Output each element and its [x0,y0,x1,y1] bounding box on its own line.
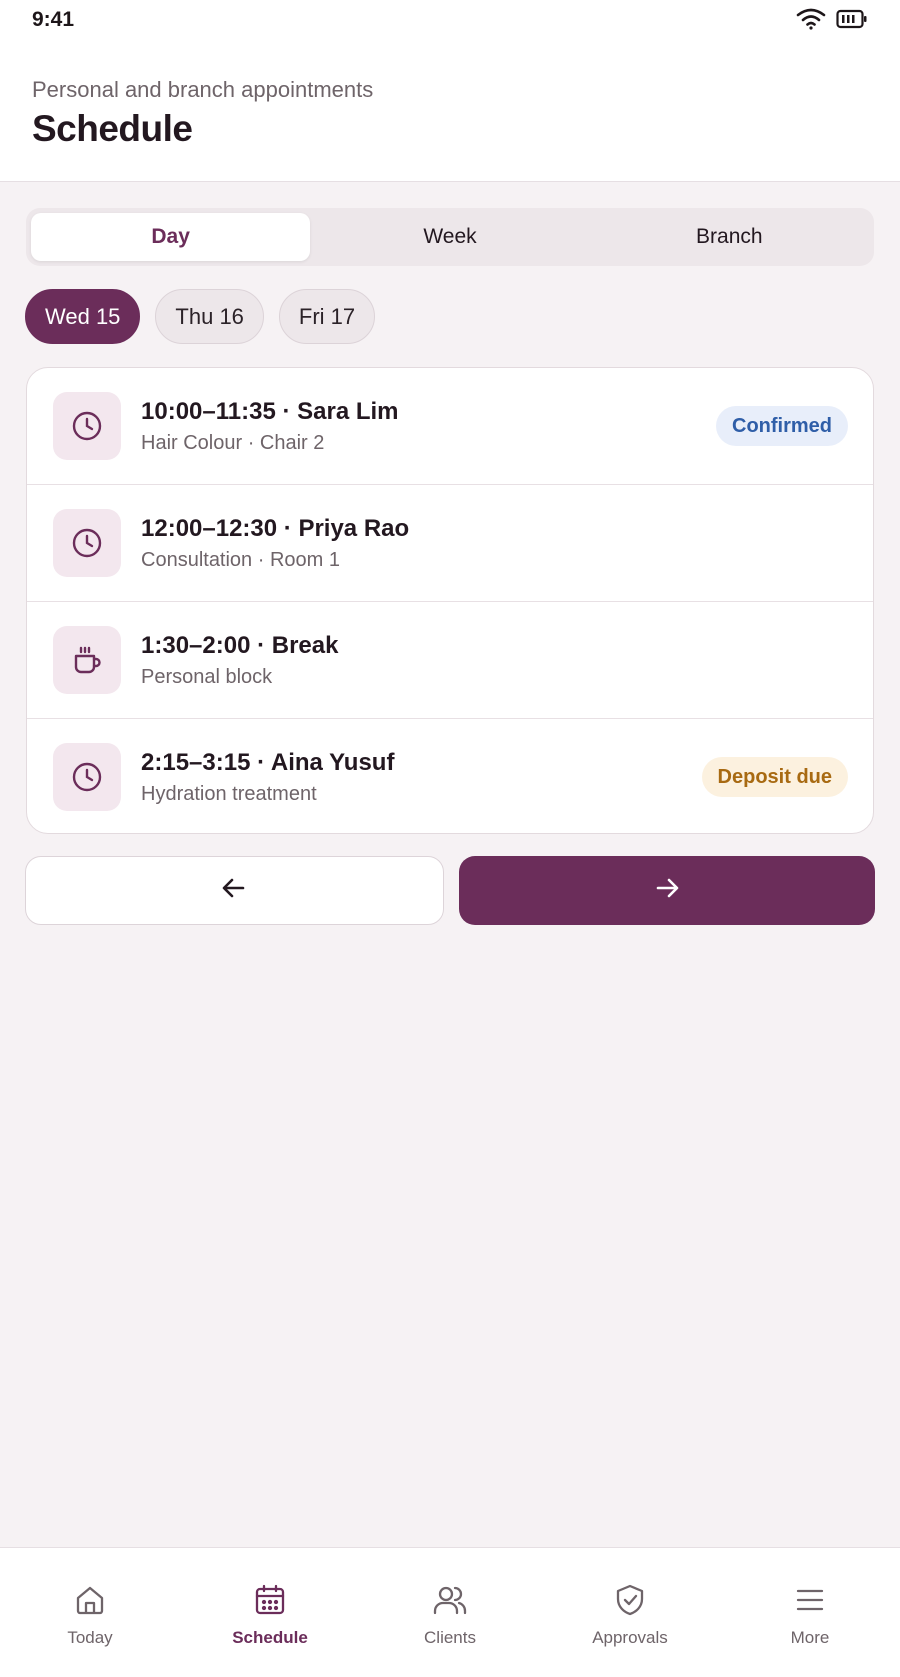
tab-more[interactable]: More [720,1548,900,1677]
battery-icon [836,9,868,29]
tab-week[interactable]: Week [310,213,589,261]
tab-label: Clients [424,1628,476,1647]
status-time: 9:41 [32,8,75,31]
tab-branch[interactable]: Branch [590,213,869,261]
tab-label: Approvals [592,1628,668,1647]
page-title: Schedule [32,108,193,149]
date-chip-thu-16[interactable]: Thu 16 [155,289,264,344]
status-bar: 9:41 [0,0,900,44]
view-switcher: Day Week Branch [26,208,874,266]
page-header: Personal and branch appointments Schedul… [0,44,900,182]
appointment-list: 10:00–11:35 · Sara Lim Hair Colour · Cha… [26,367,874,834]
tab-label: More [790,1628,830,1647]
page-subtitle: Personal and branch appointments [32,77,374,102]
appointment-subtitle: Hydration treatment [141,783,317,805]
tab-label: Today [67,1628,113,1647]
appointment-subtitle: Personal block [141,666,273,688]
bottom-tab-bar: Today Schedule Clients Approvals More [0,1547,900,1677]
menu-icon [793,1583,827,1622]
clock-icon [53,743,121,811]
clock-icon [53,392,121,460]
tab-approvals[interactable]: Approvals [540,1548,720,1677]
tab-clients[interactable]: Clients [360,1548,540,1677]
appointment-item[interactable]: 1:30–2:00 · Break Personal block [27,602,873,719]
appointment-item[interactable]: 2:15–3:15 · Aina Yusuf Hydration treatme… [27,719,873,833]
coffee-cup-icon [53,626,121,694]
date-chip-wed-15[interactable]: Wed 15 [25,289,141,344]
appointment-title: 1:30–2:00 · Break [141,632,339,659]
users-icon [433,1583,467,1622]
date-chips: Wed 15 Thu 16 Fri 17 [25,289,376,344]
appointment-subtitle: Consultation · Room 1 [141,549,340,571]
status-icons [796,7,868,31]
appointment-subtitle: Hair Colour · Chair 2 [141,432,325,454]
home-icon [73,1583,107,1622]
arrow-left-icon [220,874,248,907]
arrow-right-icon [653,874,681,907]
clock-icon [53,509,121,577]
day-navigation [25,856,875,925]
status-badge: Deposit due [701,757,848,797]
wifi-icon [796,7,826,31]
appointment-title: 12:00–12:30 · Priya Rao [141,515,410,542]
previous-day-button[interactable] [25,856,444,925]
tab-label: Schedule [232,1628,308,1647]
appointment-item[interactable]: 12:00–12:30 · Priya Rao Consultation · R… [27,485,873,602]
appointment-item[interactable]: 10:00–11:35 · Sara Lim Hair Colour · Cha… [27,368,873,485]
appointment-title: 2:15–3:15 · Aina Yusuf [141,749,395,776]
appointment-title: 10:00–11:35 · Sara Lim [141,398,399,425]
tab-today[interactable]: Today [0,1548,180,1677]
tab-schedule[interactable]: Schedule [180,1548,360,1677]
next-day-button[interactable] [458,856,875,925]
shield-check-icon [613,1583,647,1622]
date-chip-fri-17[interactable]: Fri 17 [278,289,376,344]
tab-day[interactable]: Day [31,213,311,261]
status-badge: Confirmed [716,406,848,446]
calendar-icon [253,1583,287,1622]
